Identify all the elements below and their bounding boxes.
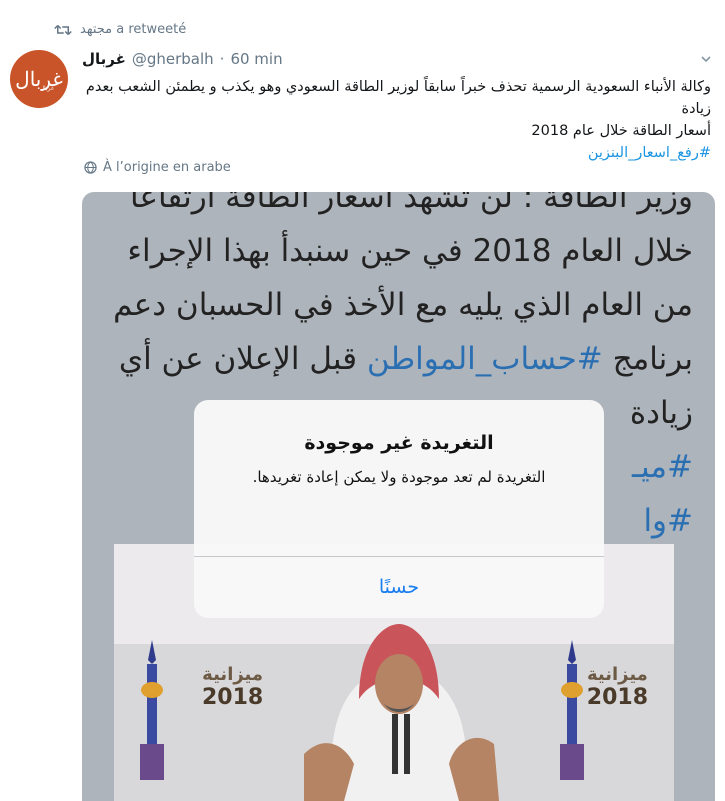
tower-logo-right	[560, 640, 584, 780]
media-line-1: وزير الطاقة : لن تشهد أسعار الطاقة ارتفا…	[130, 192, 693, 215]
retweet-context: مجتهد a retweeté	[54, 22, 186, 37]
media-line-4-tag: #حساب_المواطن	[366, 341, 603, 377]
alert-dialog: التغريدة غير موجودة التغريدة لم تعد موجو…	[194, 400, 604, 618]
tweet-text-line-2: أسعار الطاقة خلال عام 2018	[531, 123, 711, 139]
tower-logo-left	[140, 640, 164, 780]
media-line-3: من العام الذي يليه مع الأخذ في الحسبان د…	[113, 287, 693, 323]
retweet-context-text[interactable]: مجتهد a retweeté	[80, 22, 186, 37]
avatar-logo-sub: غربال	[39, 85, 54, 92]
avatar[interactable]: غربال غربال	[10, 50, 68, 108]
chevron-down-icon[interactable]	[701, 54, 711, 64]
tweet-timestamp[interactable]: 60 min	[230, 50, 282, 68]
author-handle[interactable]: @gherbalh	[132, 50, 214, 68]
translate-label: À l’origine en arabe	[103, 160, 231, 175]
retweet-icon	[54, 24, 72, 35]
alert-message: التغريدة لم تعد موجودة ولا يمكن إعادة تغ…	[252, 468, 546, 486]
globe-icon	[84, 161, 97, 174]
budget-year-right: 2018	[586, 685, 648, 710]
tweet-media[interactable]: وزير الطاقة : لن تشهد أسعار الطاقة ارتفا…	[82, 192, 715, 801]
budget-logo-left: ميزانية 2018	[202, 664, 263, 710]
tweet-header: غربال @gherbalh · 60 min	[82, 50, 283, 68]
alert-title: التغريدة غير موجودة	[304, 432, 494, 454]
media-line-2: خلال العام 2018 في حين سنبدأ بهذا الإجرا…	[127, 233, 693, 269]
budget-label-right: ميزانية	[586, 664, 648, 685]
budget-year-left: 2018	[202, 685, 264, 710]
media-line-4-suffix: قبل الإعلان عن أي	[118, 341, 367, 377]
alert-ok-button[interactable]: حسنًا	[194, 557, 604, 618]
media-line-4-prefix: برنامج	[602, 341, 693, 377]
media-line-4: برنامج #حساب_المواطن قبل الإعلان عن أي	[104, 332, 693, 386]
speaker-figure	[304, 624, 499, 801]
tweet-text: وكالة الأنباء السعودية الرسمية تحذف خبرا…	[82, 76, 711, 164]
budget-label-left: ميزانية	[202, 664, 264, 685]
tweet-text-line-1: وكالة الأنباء السعودية الرسمية تحذف خبرا…	[85, 79, 711, 117]
author-name[interactable]: غربال	[82, 50, 126, 68]
budget-logo-right: ميزانية 2018	[587, 664, 648, 710]
translate-indicator[interactable]: À l’origine en arabe	[84, 160, 231, 175]
header-separator: ·	[219, 50, 225, 68]
